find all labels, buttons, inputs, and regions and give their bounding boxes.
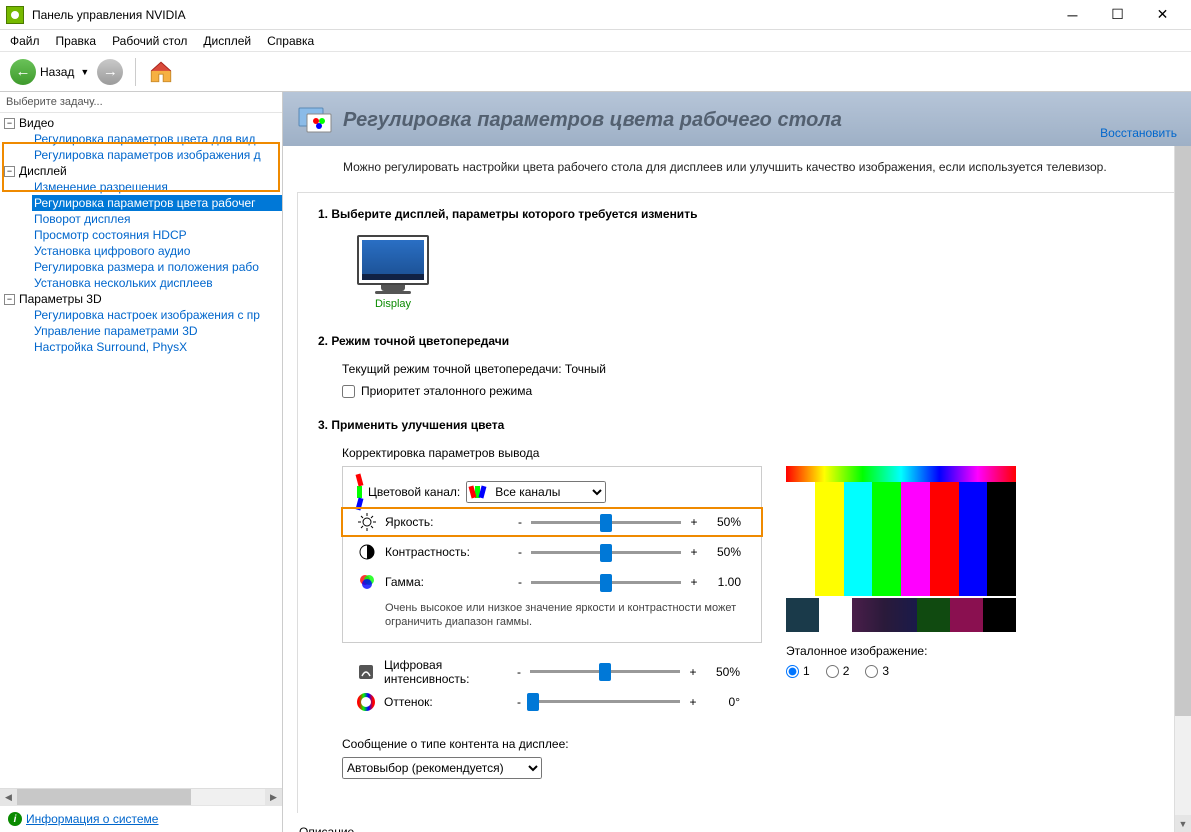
tree-item-surround[interactable]: Настройка Surround, PhysX bbox=[32, 339, 282, 355]
channel-select[interactable]: Все каналы bbox=[466, 481, 606, 503]
tree-toggle-icon[interactable]: − bbox=[4, 166, 15, 177]
maximize-button[interactable]: ☐ bbox=[1095, 1, 1140, 29]
content-panel: ▲ ▼ Регулировка параметров цвета рабочег… bbox=[283, 92, 1191, 832]
section3-title: 3. Применить улучшения цвета bbox=[318, 418, 1162, 432]
gamma-icon bbox=[357, 572, 377, 592]
window-title: Панель управления NVIDIA bbox=[32, 8, 1050, 22]
menu-edit[interactable]: Правка bbox=[50, 32, 103, 50]
brightness-slider[interactable] bbox=[531, 521, 681, 524]
content-type-select[interactable]: Автовыбор (рекомендуется) bbox=[342, 757, 542, 779]
content-header: Регулировка параметров цвета рабочего ст… bbox=[283, 92, 1191, 146]
contrast-icon bbox=[357, 542, 377, 562]
sidebar-heading: Выберите задачу... bbox=[0, 92, 282, 113]
tree-item-resolution[interactable]: Изменение разрешения bbox=[32, 179, 282, 195]
header-icon bbox=[297, 102, 333, 138]
back-dropdown-icon[interactable]: ▼ bbox=[80, 67, 89, 77]
tree-item-rotate[interactable]: Поворот дисплея bbox=[32, 211, 282, 227]
gamma-hint: Очень высокое или низкое значение яркост… bbox=[385, 601, 747, 630]
color-preview bbox=[786, 466, 1016, 632]
nvidia-icon bbox=[6, 6, 24, 24]
description-heading: Описание bbox=[299, 825, 1175, 832]
restore-link[interactable]: Восстановить bbox=[1100, 126, 1177, 140]
ref-radio-3[interactable]: 3 bbox=[865, 664, 889, 678]
task-sidebar: Выберите задачу... −Видео Регулировка па… bbox=[0, 92, 283, 832]
tree-item-3d-manage[interactable]: Управление параметрами 3D bbox=[32, 323, 282, 339]
scroll-left-icon[interactable]: ◀ bbox=[0, 789, 17, 806]
tree-item-size-position[interactable]: Регулировка размера и положения рабо bbox=[32, 259, 282, 275]
close-button[interactable]: ✕ bbox=[1140, 1, 1185, 29]
info-icon: i bbox=[8, 812, 22, 826]
tree-toggle-icon[interactable]: − bbox=[4, 118, 15, 129]
system-info-link[interactable]: Информация о системе bbox=[26, 812, 158, 826]
ref-radio-2[interactable]: 2 bbox=[826, 664, 850, 678]
brightness-icon bbox=[357, 512, 377, 532]
page-title: Регулировка параметров цвета рабочего ст… bbox=[343, 109, 842, 132]
back-arrow-icon: ← bbox=[10, 59, 36, 85]
contrast-slider[interactable] bbox=[531, 551, 681, 554]
back-button[interactable]: ← Назад ▼ bbox=[10, 59, 89, 85]
menu-display[interactable]: Дисплей bbox=[197, 32, 257, 50]
scroll-right-icon[interactable]: ▶ bbox=[265, 789, 282, 806]
hue-icon bbox=[356, 692, 376, 712]
section1-title: 1. Выберите дисплей, параметры которого … bbox=[318, 207, 1162, 221]
content-scrollbar[interactable]: ▲ ▼ bbox=[1174, 92, 1191, 832]
task-tree: −Видео Регулировка параметров цвета для … bbox=[0, 113, 282, 788]
output-adjustments-box: Цветовой канал: Все каналы Яркость: bbox=[342, 466, 762, 643]
tree-item-multi-display[interactable]: Установка нескольких дисплеев bbox=[32, 275, 282, 291]
menu-file[interactable]: Файл bbox=[4, 32, 46, 50]
priority-checkbox[interactable] bbox=[342, 385, 355, 398]
vibrance-slider[interactable] bbox=[530, 670, 680, 673]
channel-icon bbox=[357, 474, 362, 510]
minimize-button[interactable]: ─ bbox=[1050, 1, 1095, 29]
scroll-down-icon[interactable]: ▼ bbox=[1175, 815, 1191, 832]
home-button[interactable] bbox=[148, 59, 174, 85]
forward-button[interactable]: → bbox=[97, 59, 123, 85]
menu-desktop[interactable]: Рабочий стол bbox=[106, 32, 193, 50]
monitor-icon bbox=[357, 235, 429, 285]
ref-radio-1[interactable]: 1 bbox=[786, 664, 810, 678]
tree-item-desktop-color[interactable]: Регулировка параметров цвета рабочег bbox=[32, 195, 282, 211]
menu-help[interactable]: Справка bbox=[261, 32, 320, 50]
tree-item-video-image[interactable]: Регулировка параметров изображения д bbox=[32, 147, 282, 163]
menu-bar: Файл Правка Рабочий стол Дисплей Справка bbox=[0, 30, 1191, 52]
vibrance-icon bbox=[356, 662, 376, 682]
color-accuracy-status: Текущий режим точной цветопередачи: Точн… bbox=[342, 362, 1162, 376]
toolbar: ← Назад ▼ → bbox=[0, 52, 1191, 92]
tree-item-video-color[interactable]: Регулировка параметров цвета для вид bbox=[32, 131, 282, 147]
title-bar: Панель управления NVIDIA ─ ☐ ✕ bbox=[0, 0, 1191, 30]
section2-title: 2. Режим точной цветопередачи bbox=[318, 334, 1162, 348]
tree-toggle-icon[interactable]: − bbox=[4, 294, 15, 305]
tree-item-audio[interactable]: Установка цифрового аудио bbox=[32, 243, 282, 259]
page-description: Можно регулировать настройки цвета рабоч… bbox=[283, 146, 1191, 192]
gamma-slider[interactable] bbox=[531, 581, 681, 584]
tree-item-3d-image[interactable]: Регулировка настроек изображения с пр bbox=[32, 307, 282, 323]
sidebar-scrollbar[interactable]: ◀ ▶ bbox=[0, 788, 282, 805]
tree-item-hdcp[interactable]: Просмотр состояния HDCP bbox=[32, 227, 282, 243]
hue-slider[interactable] bbox=[530, 700, 680, 703]
display-selector[interactable]: Display bbox=[348, 235, 438, 310]
